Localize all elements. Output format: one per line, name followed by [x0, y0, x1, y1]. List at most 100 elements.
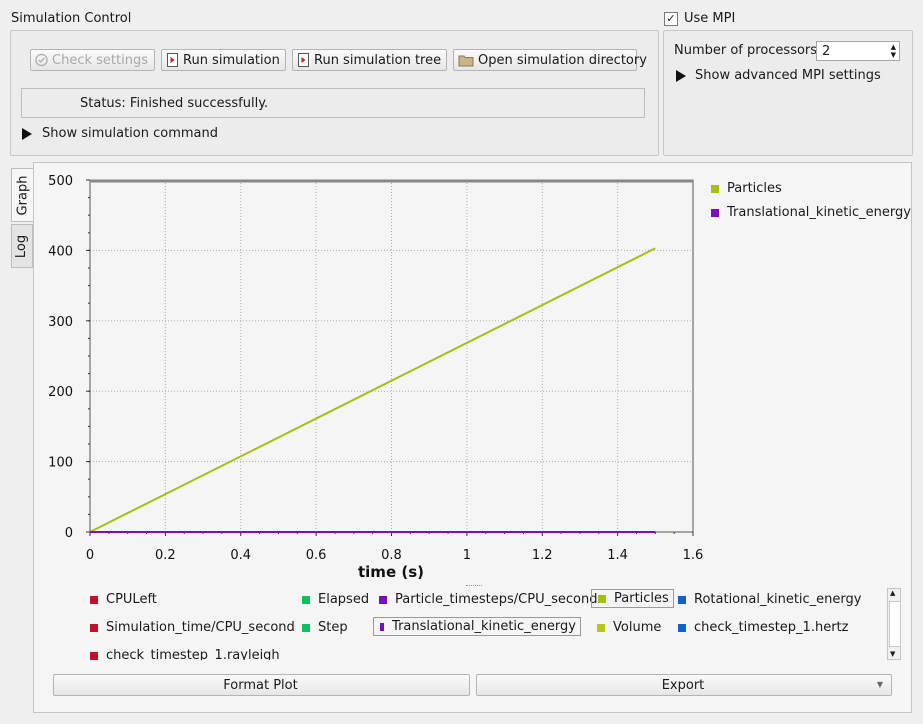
open-directory-label: Open simulation directory	[478, 52, 647, 68]
scroll-up-icon[interactable]: ▲	[890, 589, 895, 597]
show-simulation-command-toggle[interactable]: Show simulation command	[22, 126, 218, 141]
variable-item[interactable]: Particle_timesteps/CPU_second	[379, 592, 597, 607]
x-tick-label: 1.6	[683, 548, 704, 563]
tab-log-label: Log	[14, 234, 30, 258]
scroll-thumb[interactable]	[889, 601, 901, 647]
variable-color-swatch	[302, 595, 310, 604]
variable-item[interactable]: Translational_kinetic_energy	[373, 617, 581, 636]
processors-label: Number of processors:	[674, 43, 822, 58]
y-tick-label: 400	[48, 244, 73, 259]
plot-chart: 0 100 200 300 400 500 0 0.2 0.4 0.6 0.8 1 1.2 1.4 1.6…	[48, 174, 704, 581]
y-tick-label: 300	[48, 315, 73, 330]
x-tick-label: 0.2	[155, 548, 176, 563]
x-axis-label: time (s)	[358, 563, 424, 581]
variable-item[interactable]: Particles	[591, 589, 674, 608]
x-tick-label: 1.2	[532, 548, 553, 563]
variable-label: Step	[318, 620, 348, 635]
y-tick-label: 200	[48, 385, 73, 400]
x-tick-label: 0	[86, 548, 94, 563]
check-settings-label: Check settings	[52, 52, 148, 68]
variable-color-swatch	[379, 595, 387, 604]
expand-arrow-icon	[676, 69, 686, 82]
variable-label: check_timestep_1.hertz	[694, 620, 849, 635]
variable-list-scrollbar[interactable]: ▲ ▼	[887, 588, 901, 660]
variable-label: CPULeft	[106, 592, 157, 607]
use-mpi-checkbox[interactable]: ✓ Use MPI	[664, 11, 735, 26]
spin-up-icon[interactable]: ▲	[891, 43, 896, 51]
legend-swatch	[711, 184, 719, 193]
export-button[interactable]: Export ▼	[476, 674, 892, 696]
document-run-icon	[167, 53, 178, 67]
variable-color-swatch	[302, 623, 310, 632]
variable-item[interactable]: Volume	[597, 620, 661, 635]
variable-label: Volume	[613, 620, 662, 635]
run-simulation-button[interactable]: Run simulation	[161, 49, 286, 71]
x-tick-label: 0.4	[230, 548, 251, 563]
variable-item[interactable]: check_timestep_1.rayleigh	[90, 648, 280, 660]
variable-label: Elapsed	[318, 592, 370, 607]
run-simulation-tree-label: Run simulation tree	[314, 52, 442, 68]
variable-color-swatch	[678, 595, 686, 604]
variable-color-swatch	[597, 623, 605, 632]
use-mpi-label: Use MPI	[684, 11, 736, 26]
tab-graph-label: Graph	[15, 175, 31, 215]
show-advanced-mpi-toggle[interactable]: Show advanced MPI settings	[676, 68, 881, 83]
variable-item[interactable]: Step	[302, 620, 348, 635]
variable-color-swatch	[678, 623, 686, 632]
status-text: Status: Finished successfully.	[80, 96, 269, 111]
processors-value: 2	[822, 44, 831, 59]
variable-color-swatch	[380, 622, 385, 631]
scroll-down-icon[interactable]: ▼	[890, 650, 895, 658]
check-icon	[35, 53, 48, 67]
legend-swatch	[711, 208, 719, 217]
run-simulation-tree-button[interactable]: Run simulation tree	[292, 49, 447, 71]
checkbox-checked-icon: ✓	[664, 11, 678, 26]
variable-label: check_timestep_1.rayleigh	[106, 648, 280, 660]
variable-label: Particle_timesteps/CPU_second	[395, 592, 598, 607]
legend-item-particles: Particles	[711, 181, 782, 196]
show-simulation-command-label: Show simulation command	[42, 126, 218, 141]
run-simulation-label: Run simulation	[183, 52, 280, 68]
export-label: Export	[661, 677, 705, 693]
tab-log[interactable]: Log	[11, 224, 33, 268]
variable-color-swatch	[90, 651, 98, 660]
open-simulation-directory-button[interactable]: Open simulation directory	[453, 49, 647, 71]
variable-item[interactable]: Simulation_time/CPU_second	[90, 620, 295, 635]
variable-color-swatch	[598, 594, 606, 603]
variable-item[interactable]: Rotational_kinetic_energy	[678, 592, 861, 607]
format-plot-button[interactable]: Format Plot	[53, 674, 470, 696]
x-tick-label: 1.4	[607, 548, 628, 563]
dropdown-arrow-icon: ▼	[876, 680, 883, 689]
check-settings-button[interactable]: Check settings	[30, 49, 155, 71]
variable-label: Translational_kinetic_energy	[392, 619, 576, 634]
x-tick-label: 0.8	[381, 548, 402, 563]
status-box: Status: Finished successfully.	[21, 88, 645, 118]
y-tick-label: 500	[48, 174, 73, 189]
variable-label: Rotational_kinetic_energy	[694, 592, 862, 607]
variable-color-swatch	[90, 623, 98, 632]
legend-label: Particles	[727, 181, 782, 196]
document-tree-icon	[298, 53, 309, 67]
variable-label: Simulation_time/CPU_second	[106, 620, 295, 635]
variable-item[interactable]: check_timestep_1.hertz	[678, 620, 848, 635]
simulation-control-title: Simulation Control	[11, 11, 132, 26]
x-tick-label: 1	[463, 548, 471, 563]
folder-icon	[458, 55, 474, 67]
variable-item[interactable]: Elapsed	[302, 592, 369, 607]
legend-item-translational-ke: Translational_kinetic_energy	[711, 205, 911, 220]
processors-spinbox[interactable]: 2 ▲ ▼	[816, 41, 900, 61]
spin-down-icon[interactable]: ▼	[891, 51, 896, 59]
y-tick-label: 0	[65, 526, 73, 541]
show-advanced-mpi-label: Show advanced MPI settings	[695, 68, 881, 83]
series-line-particles	[89, 247, 656, 533]
plot-area-frame	[89, 179, 694, 533]
legend-label: Translational_kinetic_energy	[727, 205, 911, 220]
tab-graph[interactable]: Graph	[11, 168, 33, 222]
y-tick-label: 100	[48, 456, 73, 471]
variable-label: Particles	[614, 591, 669, 606]
variable-list: CPULeft Elapsed Particle_timesteps/CPU_sec…	[84, 588, 884, 660]
x-tick-label: 0.6	[306, 548, 327, 563]
format-plot-label: Format Plot	[223, 677, 298, 693]
variable-item[interactable]: CPULeft	[90, 592, 157, 607]
expand-arrow-icon	[22, 127, 32, 140]
